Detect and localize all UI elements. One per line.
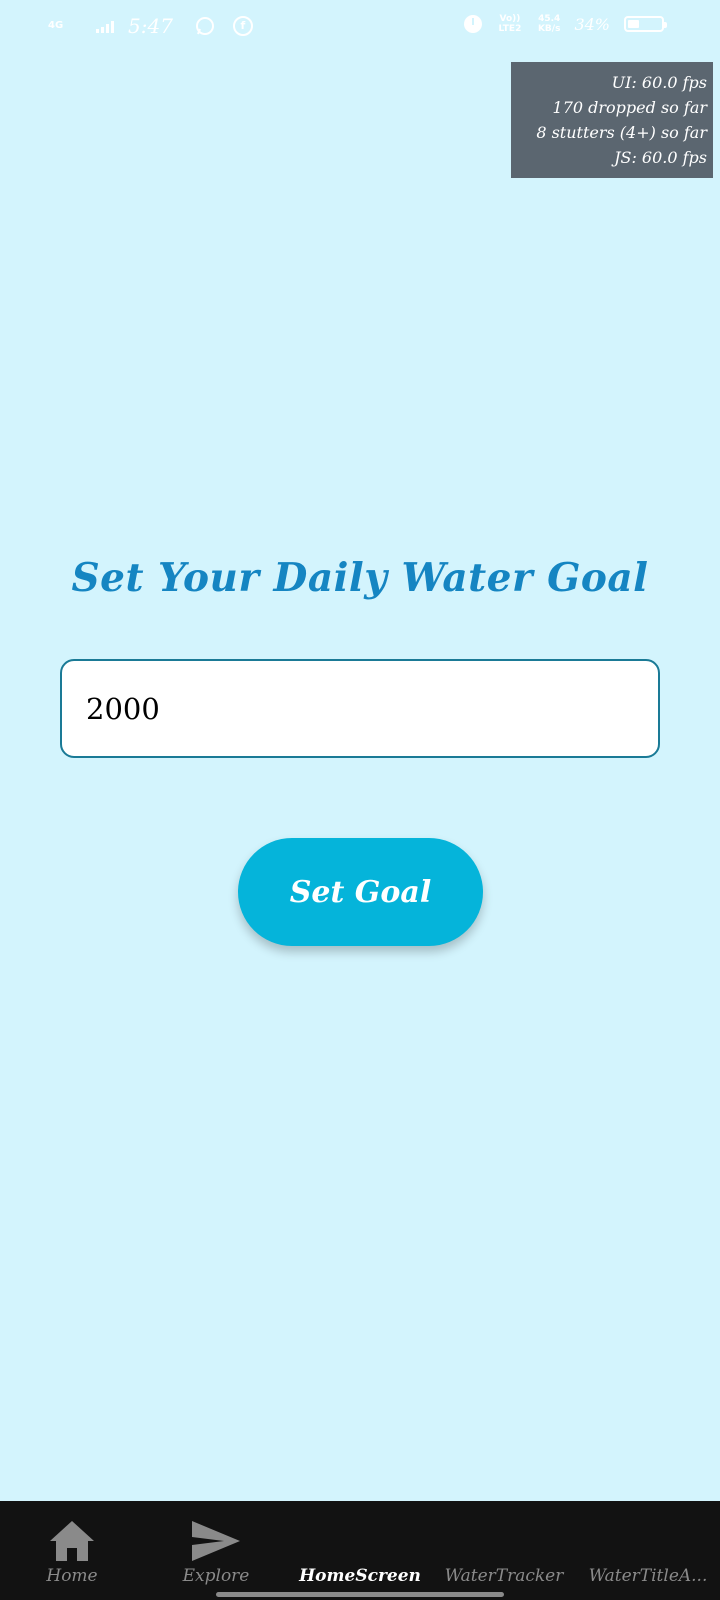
status-bar: 4G 5:47 f Vo)) LTE2 45.4 KB/s 34% [0,0,720,56]
tab-watertitle[interactable]: WaterTitleA... [576,1501,720,1600]
tab-label-homescreen: HomeScreen [299,1566,421,1586]
network-speed: 45.4 KB/s [538,14,560,34]
page-title: Set Your Daily Water Goal [71,555,649,601]
send-icon [192,1521,240,1561]
perf-dropped: 170 dropped so far [552,98,707,117]
home-icon [50,1521,94,1561]
tab-label-watertracker: WaterTracker [444,1566,564,1586]
perf-monitor[interactable]: UI: 60.0 fps 170 dropped so far 8 stutte… [511,62,713,178]
whatsapp-icon [195,17,214,35]
tab-watertracker[interactable]: WaterTracker [432,1501,576,1600]
home-indicator[interactable] [216,1592,504,1597]
battery-percent: 34% [574,14,610,34]
tab-label-home: Home [46,1566,98,1586]
perf-js-fps: JS: 60.0 fps [614,148,707,167]
tab-label-explore: Explore [182,1566,250,1586]
perf-stutters: 8 stutters (4+) so far [536,123,707,142]
set-goal-button[interactable]: Set Goal [238,838,483,946]
tab-homescreen[interactable]: HomeScreen [288,1501,432,1600]
network-speed-unit: KB/s [537,24,561,34]
tab-label-watertitle: WaterTitleA... [588,1566,708,1586]
network-type: 4G [48,20,64,31]
status-bar-right: Vo)) LTE2 45.4 KB/s 34% [463,14,667,34]
bottom-tab-bar: Home Explore HomeScreen WaterTracker Wat… [0,1501,720,1600]
volte-label: Vo)) LTE2 [498,14,522,34]
facebook-icon: f [232,16,253,36]
goal-input[interactable] [60,659,660,758]
tab-home[interactable]: Home [0,1501,144,1600]
network-speed-value: 45.4 [538,14,561,24]
perf-ui-fps: UI: 60.0 fps [611,73,707,92]
tab-explore[interactable]: Explore [144,1501,288,1600]
alarm-icon [463,15,482,33]
status-time: 5:47 [128,14,173,38]
battery-icon [624,16,667,32]
battery-fill [628,20,639,28]
status-bar-left: 4G 5:47 f [48,14,253,38]
signal-icon [96,19,114,33]
